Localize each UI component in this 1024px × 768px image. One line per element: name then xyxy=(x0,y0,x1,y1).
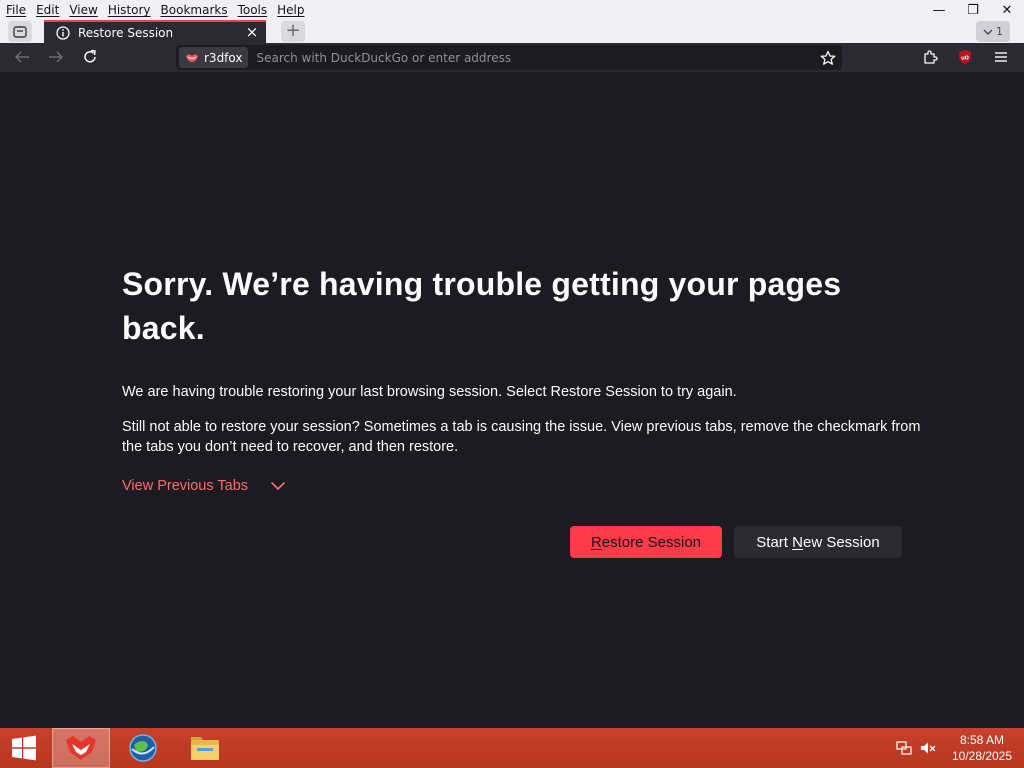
menu-history[interactable]: History xyxy=(103,1,156,19)
new-session-label-accel: N xyxy=(792,533,803,551)
taskbar: 8:58 AM 10/28/2025 xyxy=(0,728,1024,768)
extensions-puzzle-icon xyxy=(924,50,938,64)
network-tray-button[interactable] xyxy=(892,728,916,768)
tab-overflow-button[interactable]: 1 xyxy=(976,21,1010,42)
tab-strip: Restore Session × + 1 xyxy=(0,20,1024,43)
menu-file[interactable]: File xyxy=(0,1,31,19)
help-paragraph: Still not able to restore your session? … xyxy=(122,419,921,455)
bookmark-button[interactable] xyxy=(815,47,841,69)
bookmark-star-icon xyxy=(820,50,836,65)
view-previous-tabs-label: View Previous Tabs xyxy=(122,478,249,494)
network-icon xyxy=(896,741,912,755)
volume-muted-icon xyxy=(921,742,936,754)
tab-list-button[interactable] xyxy=(8,21,32,42)
page-title: Sorry. We’re having trouble getting your… xyxy=(122,266,842,346)
navigation-toolbar: r3dfox uO xyxy=(0,43,1024,72)
restore-session-button[interactable]: Restore Session xyxy=(570,526,722,558)
menu-bar: File Edit View History Bookmarks Tools H… xyxy=(0,1,310,19)
new-session-label-post: ew Session xyxy=(802,533,880,551)
taskbar-browser[interactable] xyxy=(114,728,172,768)
ublock-button[interactable]: uO xyxy=(952,46,978,68)
window-controls: — ❐ ✕ xyxy=(922,0,1024,20)
hamburger-menu-icon xyxy=(995,52,1007,62)
restore-button[interactable]: ❐ xyxy=(956,0,990,20)
folder-icon xyxy=(191,737,219,760)
view-previous-tabs-toggle[interactable]: View Previous Tabs xyxy=(122,478,286,494)
reload-button[interactable] xyxy=(77,46,103,68)
info-icon xyxy=(56,25,70,40)
tab-list-icon xyxy=(13,25,27,38)
globe-browser-icon xyxy=(129,734,157,762)
menu-view[interactable]: View xyxy=(64,1,102,19)
system-tray: 8:58 AM 10/28/2025 xyxy=(892,728,1024,768)
description-paragraph: We are having trouble restoring your las… xyxy=(122,384,737,400)
extensions-button[interactable] xyxy=(917,46,943,68)
menu-bookmarks[interactable]: Bookmarks xyxy=(156,1,233,19)
new-session-label-pre: Start xyxy=(756,533,793,551)
menu-edit[interactable]: Edit xyxy=(31,1,64,19)
r3dfox-app-icon xyxy=(66,736,96,760)
close-window-button[interactable]: ✕ xyxy=(990,0,1024,20)
back-button[interactable] xyxy=(9,46,35,68)
address-input[interactable] xyxy=(256,50,815,65)
browser-identity-label: r3dfox xyxy=(204,50,243,65)
tab-restore-session[interactable]: Restore Session × xyxy=(44,20,266,43)
start-button[interactable] xyxy=(0,728,48,768)
new-tab-button[interactable]: + xyxy=(281,21,305,42)
restore-label-post: estore Session xyxy=(601,533,702,551)
start-new-session-button[interactable]: Start New Session xyxy=(734,526,902,558)
clock-date: 10/28/2025 xyxy=(951,749,1013,763)
menu-help[interactable]: Help xyxy=(272,1,309,19)
title-bar: File Edit View History Bookmarks Tools H… xyxy=(0,0,1024,43)
clock-time: 8:58 AM xyxy=(959,733,1005,747)
taskbar-clock[interactable]: 8:58 AM 10/28/2025 xyxy=(940,732,1024,764)
chevron-down-icon xyxy=(270,481,286,491)
reload-icon xyxy=(84,49,96,63)
forward-button[interactable] xyxy=(43,46,69,68)
menu-tools[interactable]: Tools xyxy=(233,1,273,19)
url-bar: r3dfox xyxy=(176,45,842,70)
chevron-down-icon xyxy=(983,29,993,35)
taskbar-r3dfox[interactable] xyxy=(52,728,110,768)
page-content: Sorry. We’re having trouble getting your… xyxy=(0,72,1024,728)
browser-identity-box[interactable]: r3dfox xyxy=(179,47,249,68)
forward-arrow-icon xyxy=(49,51,64,63)
ublock-icon: uO xyxy=(959,50,971,64)
volume-tray-button[interactable] xyxy=(916,728,940,768)
minimize-button[interactable]: — xyxy=(922,0,956,20)
back-arrow-icon xyxy=(14,51,29,63)
tab-close-button[interactable]: × xyxy=(242,22,262,43)
windows-logo-icon xyxy=(12,735,36,761)
menu-button[interactable] xyxy=(988,46,1014,68)
taskbar-file-explorer[interactable] xyxy=(176,728,234,768)
r3dfox-logo-icon xyxy=(186,54,198,62)
tab-overflow-count: 1 xyxy=(996,25,1003,38)
restore-label-accel: R xyxy=(590,533,602,551)
tab-title: Restore Session xyxy=(78,25,174,40)
svg-text:uO: uO xyxy=(961,56,969,62)
